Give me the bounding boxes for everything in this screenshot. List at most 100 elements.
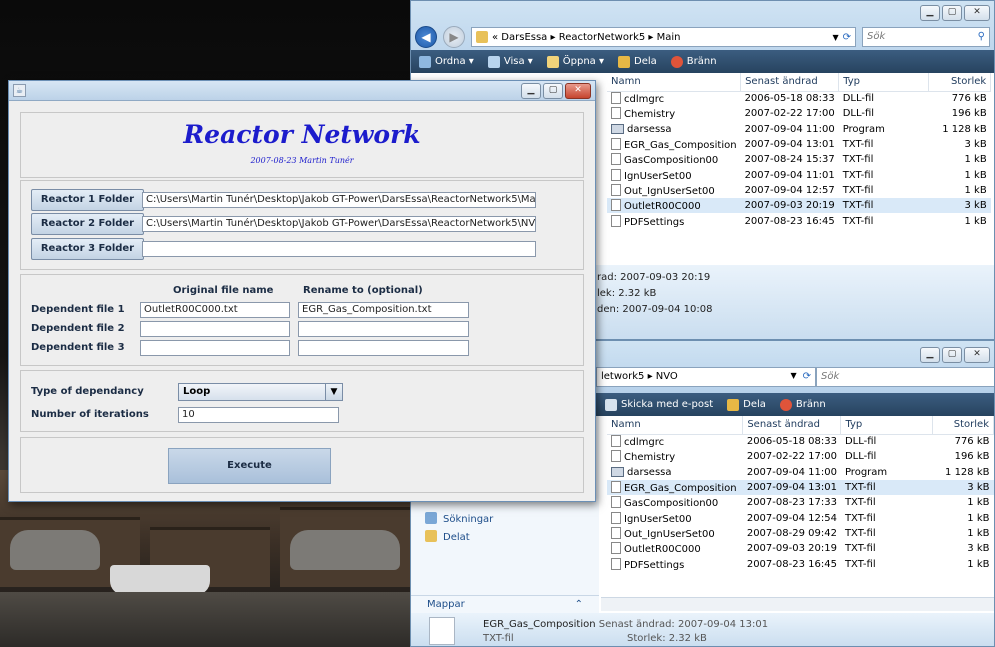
file-modified: 2007-09-04 11:01 xyxy=(744,169,835,181)
toolbar-view[interactable]: Visa ▾ xyxy=(487,55,533,68)
maximize-button[interactable]: ▢ xyxy=(942,5,962,21)
maximize-button[interactable]: ▢ xyxy=(543,83,563,99)
toolbar-organize[interactable]: Ordna ▾ xyxy=(419,55,474,68)
back-button[interactable]: ◀ xyxy=(415,26,437,48)
dependent-file-2-original[interactable] xyxy=(140,321,290,337)
maximize-button[interactable]: ▢ xyxy=(942,347,962,363)
file-row[interactable]: IgnUserSet00 2007-09-04 11:01 TXT-fil 1 kB xyxy=(607,167,991,182)
reactor-folders-panel: Reactor 1 Folder C:\Users\Martin Tunér\D… xyxy=(20,180,584,270)
dependent-file-1-original[interactable]: OutletR00C000.txt xyxy=(140,302,290,318)
file-name: PDFSettings xyxy=(607,556,743,571)
chevron-down-icon[interactable]: ▼ xyxy=(325,384,342,400)
toolbar-share[interactable]: Dela xyxy=(727,398,766,411)
address-bar[interactable]: letwork5 ▸ NVO ▼ ⟳ xyxy=(596,367,816,387)
forward-button[interactable]: ▶ xyxy=(443,26,465,48)
file-row[interactable]: cdlmgrc 2006-05-18 08:33 DLL-fil 776 kB xyxy=(607,91,991,106)
dependent-file-2-rename[interactable] xyxy=(298,321,469,337)
toolbar-email[interactable]: Skicka med e-post xyxy=(605,398,713,411)
file-size: 1 kB xyxy=(964,154,987,166)
toolbar-burn[interactable]: Bränn xyxy=(779,398,826,411)
file-type: DLL-fil xyxy=(844,436,877,448)
search-input[interactable]: Sök xyxy=(816,367,994,387)
file-row[interactable]: GasComposition00 2007-08-23 17:33 TXT-fil 1… xyxy=(607,495,994,510)
file-row[interactable]: OutletR00C000 2007-09-03 20:19 TXT-fil 3 kB xyxy=(607,198,991,214)
column-modified[interactable]: Senast ändrad xyxy=(742,416,842,435)
file-type: TXT-fil xyxy=(844,527,876,539)
close-button[interactable]: ✕ xyxy=(964,347,990,363)
file-row[interactable]: EGR_Gas_Composition 2007-09-04 13:01 TXT-f… xyxy=(607,137,991,152)
nav-item-searches[interactable]: Sökningar xyxy=(425,512,493,525)
file-row[interactable]: cdlmgrc 2006-05-18 08:33 DLL-fil 776 kB xyxy=(607,434,994,449)
column-name[interactable]: Namn xyxy=(607,73,742,92)
chevron-down-icon[interactable]: ▼ xyxy=(790,371,796,383)
file-type: TXT-fil xyxy=(842,139,874,151)
file-row[interactable]: GasComposition00 2007-08-24 15:37 TXT-fil 1… xyxy=(607,152,991,167)
file-modified: 2007-08-23 16:45 xyxy=(744,215,835,227)
minimize-button[interactable]: ▁ xyxy=(920,5,940,21)
reactor-3-path-field[interactable] xyxy=(142,241,536,257)
column-type[interactable]: Typ xyxy=(838,73,930,92)
file-row[interactable]: darsessa 2007-09-04 11:00 Program 1 128 kB xyxy=(607,465,994,480)
toolbar-open[interactable]: Öppna ▾ xyxy=(546,55,604,68)
dependent-file-1-rename[interactable]: EGR_Gas_Composition.txt xyxy=(298,302,469,318)
reactor-2-path-field[interactable]: C:\Users\Martin Tunér\Desktop\Jakob GT-P… xyxy=(142,216,536,232)
column-name[interactable]: Namn xyxy=(607,416,744,435)
horizontal-scrollbar[interactable] xyxy=(601,597,994,611)
file-row[interactable]: PDFSettings 2007-08-23 16:45 TXT-fil 1 kB xyxy=(607,213,991,228)
dependent-file-3-original[interactable] xyxy=(140,340,290,356)
minimize-button[interactable]: ▁ xyxy=(920,347,940,363)
file-name: darsessa xyxy=(607,122,741,137)
iterations-field[interactable]: 10 xyxy=(178,407,339,423)
file-row[interactable]: OutletR00C000 2007-09-03 20:19 TXT-fil 3 kB xyxy=(607,541,994,556)
column-modified[interactable]: Senast ändrad xyxy=(740,73,840,92)
reactor-1-folder-button[interactable]: Reactor 1 Folder xyxy=(31,189,144,211)
file-icon xyxy=(611,107,621,120)
file-row[interactable]: darsessa 2007-09-04 11:00 Program 1 128 kB xyxy=(607,122,991,137)
minimize-button[interactable]: ▁ xyxy=(521,83,541,99)
folder-icon xyxy=(476,31,488,43)
file-row[interactable]: EGR_Gas_Composition 2007-09-04 13:01 TXT-f… xyxy=(607,479,994,496)
close-button[interactable]: ✕ xyxy=(964,5,990,21)
file-size: 1 kB xyxy=(964,169,987,181)
execute-button[interactable]: Execute xyxy=(168,448,331,484)
file-row[interactable]: Chemistry 2007-02-22 17:00 DLL-fil 196 kB xyxy=(607,449,994,464)
file-row[interactable]: Out_IgnUserSet00 2007-08-29 09:42 TXT-fil 1… xyxy=(607,526,994,541)
file-type: TXT-fil xyxy=(842,169,874,181)
column-size[interactable]: Storlek xyxy=(928,73,992,92)
toolbar-burn[interactable]: Bränn xyxy=(670,55,717,68)
file-icon xyxy=(611,526,621,539)
file-modified: 2007-08-24 15:37 xyxy=(744,154,835,166)
close-button[interactable]: ✕ xyxy=(565,83,591,99)
chevron-down-icon[interactable]: ▼ xyxy=(832,33,838,42)
file-row[interactable]: PDFSettings 2007-08-23 16:45 TXT-fil 1 kB xyxy=(607,556,994,571)
dependency-type-select[interactable]: Loop ▼ xyxy=(178,383,343,401)
reactor-2-folder-button[interactable]: Reactor 2 Folder xyxy=(31,213,144,235)
file-type: TXT-fil xyxy=(838,198,929,214)
reactor-1-path-field[interactable]: C:\Users\Martin Tunér\Desktop\Jakob GT-P… xyxy=(142,192,536,208)
explorer-toolbar: Ordna ▾ Visa ▾ Öppna ▾ Dela Bränn xyxy=(411,50,994,73)
execute-panel: Execute xyxy=(20,437,584,493)
column-size[interactable]: Storlek xyxy=(932,416,994,435)
refresh-icon[interactable]: ⟳ xyxy=(803,371,811,383)
file-type: DLL-fil xyxy=(842,108,875,120)
file-icon xyxy=(611,450,621,463)
file-type: TXT-fil xyxy=(842,154,874,166)
address-bar[interactable]: « DarsEssa ▸ ReactorNetwork5 ▸ Main ▼ ⟳ xyxy=(471,27,856,47)
search-input[interactable]: Sök ⚲ xyxy=(862,27,990,47)
file-row[interactable]: Out_IgnUserSet00 2007-09-04 12:57 TXT-fil 1… xyxy=(607,183,991,198)
file-size: 196 kB xyxy=(954,451,990,463)
search-icon[interactable]: ⚲ xyxy=(978,31,985,43)
toolbar-share[interactable]: Dela xyxy=(618,55,657,68)
file-icon xyxy=(611,511,621,524)
file-row[interactable]: IgnUserSet00 2007-09-04 12:54 TXT-fil 1 kB xyxy=(607,510,994,525)
file-row[interactable]: Chemistry 2007-02-22 17:00 DLL-fil 196 kB xyxy=(607,106,991,121)
column-type[interactable]: Typ xyxy=(840,416,933,435)
refresh-icon[interactable]: ⟳ xyxy=(843,32,851,43)
dependent-file-3-rename[interactable] xyxy=(298,340,469,356)
nav-item-shared[interactable]: Delat xyxy=(425,530,470,543)
file-modified: 2007-09-03 20:19 xyxy=(740,198,839,214)
file-modified: 2007-08-23 17:33 xyxy=(746,497,837,509)
file-size: 1 128 kB xyxy=(942,123,987,135)
reactor-3-folder-button[interactable]: Reactor 3 Folder xyxy=(31,238,144,260)
file-type: DLL-fil xyxy=(842,93,875,105)
